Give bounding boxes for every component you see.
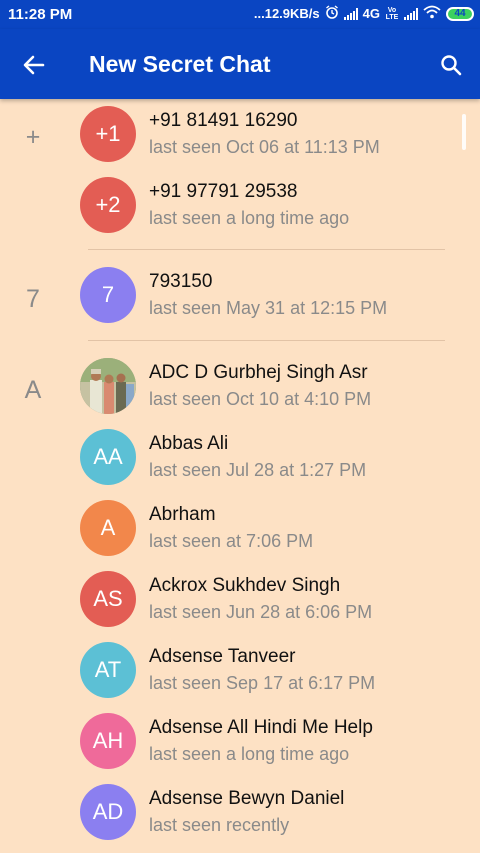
avatar: AH: [80, 713, 136, 769]
contact-list[interactable]: + 7 A +1 +91 81491 16290 last seen Oct 0…: [0, 99, 480, 853]
volte-label: Vo LTE: [385, 6, 399, 21]
contact-status: last seen Jun 28 at 6:06 PM: [149, 602, 373, 622]
contact-name: +91 81491 16290: [149, 110, 298, 131]
contact-status: last seen Jul 28 at 1:27 PM: [149, 460, 367, 480]
avatar: AD: [80, 784, 136, 840]
contact-name: 793150: [149, 271, 213, 292]
status-indicators: ...12.9KB/s 4G Vo LTE 44: [254, 5, 474, 22]
contact-row[interactable]: AS Ackrox Sukhdev Singh last seen Jun 28…: [0, 564, 470, 635]
status-bar: 11:28 PM ...12.9KB/s 4G Vo LTE 44: [0, 0, 480, 29]
alarm-icon: [325, 5, 339, 22]
signal-icon: [343, 7, 358, 20]
wifi-icon: [423, 5, 441, 22]
contact-name: +91 97791 29538: [149, 181, 298, 202]
contact-name: ADC D Gurbhej Singh Asr: [149, 362, 368, 383]
status-time: 11:28 PM: [8, 6, 73, 23]
divider: [88, 340, 445, 341]
contact-row[interactable]: +2 +91 97791 29538 last seen a long time…: [0, 170, 470, 241]
contact-row[interactable]: ADC D Gurbhej Singh Asr last seen Oct 10…: [0, 351, 470, 422]
avatar: 7: [80, 267, 136, 323]
arrow-left-icon: [23, 55, 45, 75]
signal-icon-2: [404, 7, 418, 20]
avatar: AS: [80, 571, 136, 627]
contact-status: last seen May 31 at 12:15 PM: [149, 298, 388, 318]
avatar: +1: [80, 106, 136, 162]
contact-name: Ackrox Sukhdev Singh: [149, 575, 341, 596]
contact-name: Adsense All Hindi Me Help: [149, 717, 373, 738]
contact-status: last seen recently: [149, 815, 290, 835]
contact-row[interactable]: 7 793150 last seen May 31 at 12:15 PM: [0, 260, 470, 331]
network-type: 4G: [362, 6, 380, 21]
back-button[interactable]: [18, 49, 50, 81]
avatar: AT: [80, 642, 136, 698]
contact-status: last seen Sep 17 at 6:17 PM: [149, 673, 376, 693]
contact-row[interactable]: AA Abbas Ali last seen Jul 28 at 1:27 PM: [0, 422, 470, 493]
app-bar: New Secret Chat: [0, 29, 480, 99]
contact-row[interactable]: +1 +91 81491 16290 last seen Oct 06 at 1…: [0, 99, 470, 170]
contact-status: last seen at 7:06 PM: [149, 531, 314, 551]
contact-name: Adsense Tanveer: [149, 646, 296, 667]
network-speed: ...12.9KB/s: [253, 6, 320, 21]
contact-status: last seen a long time ago: [149, 744, 350, 764]
divider: [88, 249, 445, 250]
avatar: A: [80, 500, 136, 556]
avatar: AA: [80, 429, 136, 485]
search-icon: [441, 55, 462, 76]
contact-name: Abrham: [149, 504, 216, 525]
contact-row[interactable]: AT Adsense Tanveer last seen Sep 17 at 6…: [0, 635, 470, 706]
contact-row[interactable]: AH Adsense All Hindi Me Help last seen a…: [0, 706, 470, 777]
page-title: New Secret Chat: [89, 51, 271, 77]
contact-status: last seen Oct 10 at 4:10 PM: [149, 389, 372, 409]
search-button[interactable]: [434, 48, 468, 82]
contact-row[interactable]: AD Adsense Bewyn Daniel last seen recent…: [0, 777, 470, 848]
contact-name: Abbas Ali: [149, 433, 229, 454]
contact-name: Adsense Bewyn Daniel: [149, 788, 345, 809]
contact-status: last seen a long time ago: [149, 208, 350, 228]
contact-status: last seen Oct 06 at 11:13 PM: [149, 137, 380, 157]
contact-row[interactable]: A Abrham last seen at 7:06 PM: [0, 493, 470, 564]
scrollbar-thumb[interactable]: [462, 114, 466, 150]
avatar: +2: [80, 177, 136, 233]
battery-icon: 44: [446, 6, 474, 21]
avatar-photo: [80, 358, 136, 414]
